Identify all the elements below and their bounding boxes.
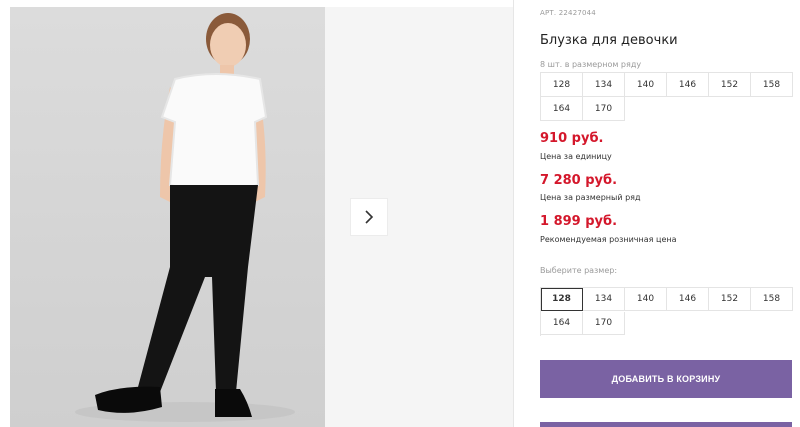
size-row-cell: 128: [541, 73, 583, 97]
size-option-128[interactable]: 128: [541, 288, 583, 311]
unit-price-label: Цена за единицу: [540, 152, 612, 161]
product-info-panel: АРТ. 22427044 Блузка для девочки 8 шт. в…: [540, 0, 800, 427]
size-option-158[interactable]: 158: [751, 288, 793, 311]
size-row-grid: 128 134 140 146 152 158 164 170: [540, 72, 793, 121]
retail-price-label: Рекомендуемая розничная цена: [540, 235, 677, 244]
size-option-164[interactable]: 164: [541, 312, 583, 335]
size-row-price: 7 280 руб.: [540, 173, 618, 188]
size-row-cell: 158: [751, 73, 793, 97]
size-option-134[interactable]: 134: [583, 288, 625, 311]
size-option-170[interactable]: 170: [583, 312, 625, 335]
size-row-price-label: Цена за размерный ряд: [540, 193, 641, 202]
size-selector: 128 134 140 146 152 158 164 170: [540, 287, 793, 336]
size-row-cell: 146: [667, 73, 709, 97]
size-row-cell: 164: [541, 97, 583, 121]
girl-illustration: [75, 13, 295, 422]
size-option-146[interactable]: 146: [667, 288, 709, 311]
gallery-next-button[interactable]: [350, 198, 388, 236]
size-row-cell: 140: [625, 73, 667, 97]
add-to-cart-button[interactable]: ДОБАВИТЬ В КОРЗИНУ: [540, 360, 792, 398]
size-row-cell: 152: [709, 73, 751, 97]
article-number: АРТ. 22427044: [540, 9, 596, 17]
unit-price: 910 руб.: [540, 131, 604, 146]
retail-price: 1 899 руб.: [540, 214, 618, 229]
choose-size-label: Выберите размер:: [540, 266, 618, 275]
size-row-label: 8 шт. в размерном ряду: [540, 60, 642, 69]
size-row-cell: 170: [583, 97, 625, 121]
chevron-right-icon: [365, 210, 374, 224]
product-title: Блузка для девочки: [540, 33, 678, 48]
product-photo[interactable]: [10, 7, 325, 427]
secondary-button[interactable]: [540, 422, 792, 427]
size-option-140[interactable]: 140: [625, 288, 667, 311]
size-row-cell: 134: [583, 73, 625, 97]
size-option-152[interactable]: 152: [709, 288, 751, 311]
product-gallery: [0, 0, 513, 427]
divider: [513, 0, 514, 427]
